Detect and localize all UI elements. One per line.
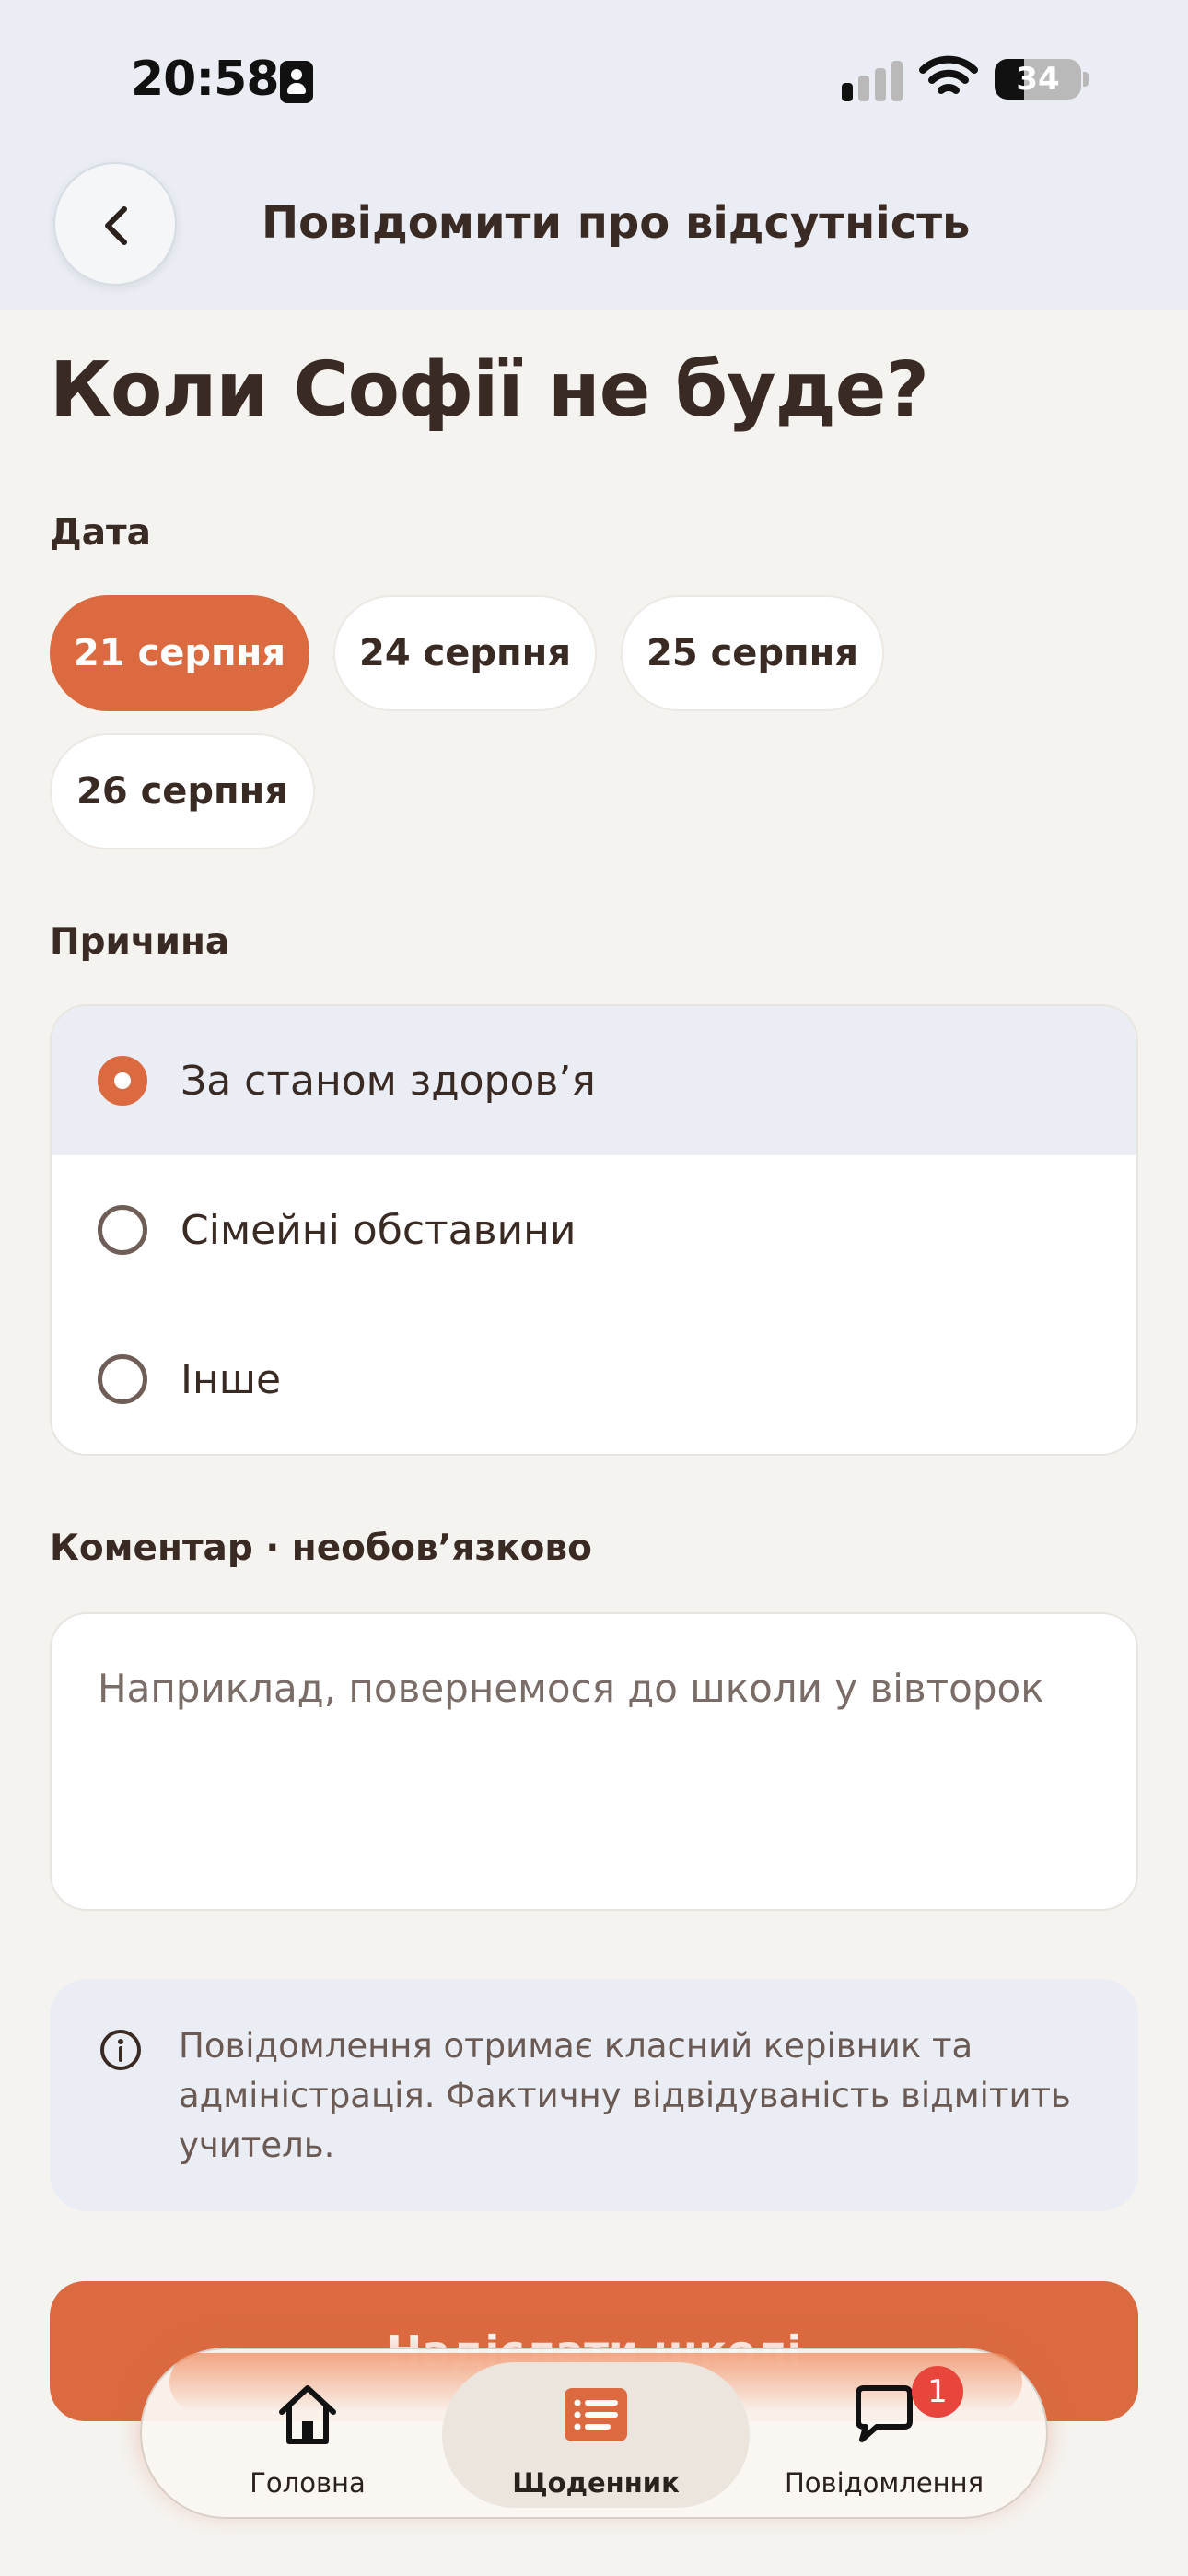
tab-messages[interactable]: Повідомлення (737, 2349, 1031, 2521)
tab-home[interactable]: Головна (160, 2349, 455, 2521)
radio-button[interactable] (98, 1056, 147, 1106)
date-chip-21[interactable]: 21 серпня (50, 595, 309, 711)
battery-level: 34 (1016, 61, 1060, 98)
reason-option-family[interactable]: Сімейні обставини (52, 1155, 1136, 1305)
reason-option-label: За станом здоров’я (181, 1058, 596, 1105)
page-title: Коли Софії не буде? (50, 346, 929, 434)
tab-messages-label: Повідомлення (784, 2467, 984, 2499)
comment-label: Коментар · необов’язково (50, 1528, 592, 1569)
date-chip-26[interactable]: 26 серпня (50, 733, 315, 849)
info-box: Повідомлення отримає класний керівник та… (50, 1979, 1138, 2211)
status-time: 20:58 (131, 52, 280, 107)
chevron-left-icon (105, 206, 127, 245)
header-title: Повідомити про відсутність (262, 197, 971, 249)
chat-icon (856, 2385, 913, 2442)
diary-icon (565, 2388, 627, 2441)
reason-option-label: Інше (181, 1356, 282, 1403)
date-chip-24[interactable]: 24 серпня (333, 595, 597, 711)
status-bar: 20:58 34 (0, 0, 1188, 157)
tab-diary[interactable]: Щоденник (448, 2349, 743, 2521)
info-text: Повідомлення отримає класний керівник та… (179, 2026, 1071, 2165)
reason-option-other[interactable]: Інше (52, 1305, 1136, 1454)
focus-mode-icon (280, 61, 313, 103)
comment-field[interactable] (50, 1612, 1138, 1911)
battery-icon: 34 (995, 59, 1081, 100)
reason-label: Причина (50, 921, 230, 963)
info-icon (100, 2030, 141, 2070)
reason-options: За станом здоров’я Сімейні обставини Інш… (50, 1004, 1138, 1456)
tab-bar: Головна Щоденник Повідомлення 1 (140, 2348, 1048, 2519)
tab-home-label: Головна (250, 2467, 366, 2499)
cellular-signal-icon (842, 59, 903, 101)
tab-diary-label: Щоденник (512, 2467, 680, 2499)
radio-button[interactable] (98, 1205, 147, 1255)
reason-option-label: Сімейні обставини (181, 1207, 577, 1254)
radio-button[interactable] (98, 1354, 147, 1404)
home-icon (279, 2385, 336, 2444)
reason-option-health[interactable]: За станом здоров’я (52, 1006, 1136, 1155)
date-chip-25[interactable]: 25 серпня (621, 595, 884, 711)
back-button[interactable] (53, 162, 177, 286)
notification-badge: 1 (912, 2366, 963, 2418)
battery-tip (1083, 72, 1089, 87)
date-label: Дата (50, 512, 151, 554)
wifi-icon (919, 55, 978, 94)
